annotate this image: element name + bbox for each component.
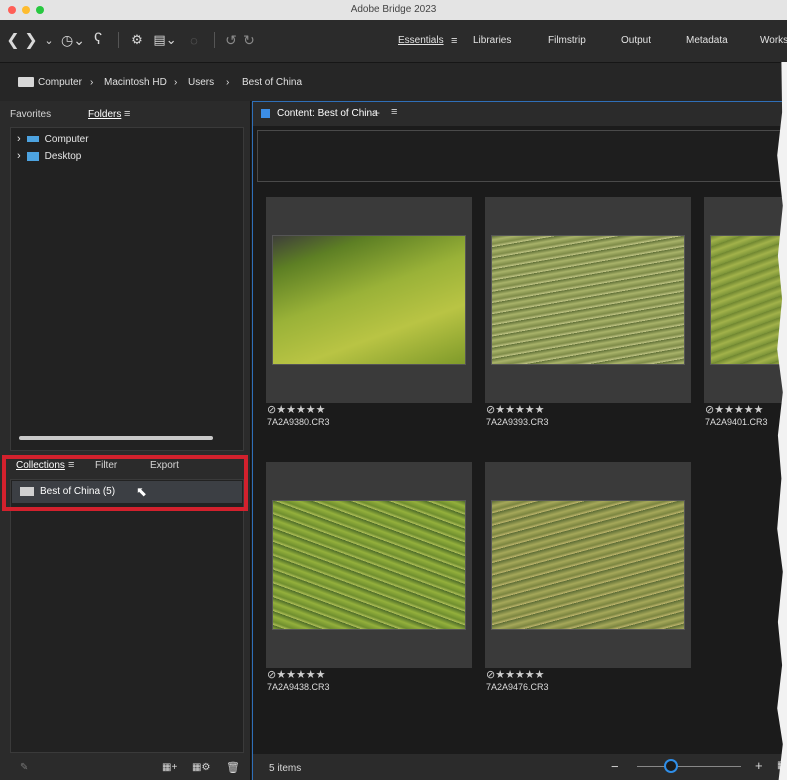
workspace-menu-icon[interactable]: ≡ [451, 35, 457, 47]
workspace-filmstrip[interactable]: Filmstrip [548, 35, 586, 46]
chevron-right-icon: › [226, 77, 230, 88]
recent-history-icon[interactable]: ◷⌄ [60, 30, 86, 50]
thumbnail-filename: 7A2A9438.CR3 [267, 682, 330, 692]
item-count: 5 items [269, 763, 302, 774]
folder-desktop[interactable]: › Desktop [17, 150, 81, 162]
horizontal-scrollbar[interactable] [19, 436, 213, 440]
trash-icon[interactable]: 🗑 [226, 761, 240, 774]
path-bar: Computer › Macintosh HD › Users › Best o… [0, 62, 787, 102]
window-titlebar: Adobe Bridge 2023 [0, 0, 787, 21]
new-collection-icon[interactable]: ▦+ [162, 762, 177, 773]
folder-label: Desktop [44, 150, 82, 162]
rotate-left-icon[interactable]: ↺ [224, 30, 238, 50]
thumbnail-filename: 7A2A9393.CR3 [486, 417, 549, 427]
workspace-metadata[interactable]: Metadata [686, 35, 728, 46]
star-rating[interactable]: ⊘★★★★★ [486, 403, 545, 416]
folder-icon [26, 151, 39, 161]
computer-icon [18, 77, 34, 87]
breadcrumb-macintosh-hd[interactable]: Macintosh HD [104, 77, 167, 88]
content-tab-icon [261, 109, 270, 118]
toolbar-divider [214, 32, 215, 48]
workspace-output[interactable]: Output [621, 35, 651, 46]
collections-highlight [2, 455, 248, 511]
pencil-icon[interactable]: ✎ [20, 762, 28, 773]
add-tab-icon[interactable]: + [373, 106, 380, 120]
star-rating[interactable]: ⊘★★★★★ [486, 668, 545, 681]
back-icon[interactable]: ❮ [6, 30, 20, 50]
folders-panel: › Computer › Desktop [10, 127, 244, 451]
toolbar-divider [118, 32, 119, 48]
workspace-keywords[interactable]: Works [760, 35, 787, 46]
content-filter-bar [257, 130, 787, 182]
zoom-slider-handle[interactable] [664, 759, 678, 773]
chevron-right-icon: › [90, 77, 94, 88]
computer-icon [26, 136, 39, 142]
thumbnail-filename: 7A2A9401.CR3 [705, 417, 768, 427]
tab-folders[interactable]: Folders [88, 109, 121, 120]
folder-computer[interactable]: › Computer [17, 133, 89, 145]
photo-thumbnail[interactable] [491, 500, 685, 630]
photo-thumbnail[interactable] [710, 235, 787, 365]
refine-icon[interactable]: ▤⌄ [152, 30, 178, 50]
breadcrumb-computer[interactable]: Computer [38, 77, 82, 88]
status-bar: 5 items − + ▦ [253, 754, 786, 780]
forward-icon[interactable]: ❯ [24, 30, 38, 50]
thumbnail-filename: 7A2A9476.CR3 [486, 682, 549, 692]
content-title[interactable]: Content: Best of China [277, 108, 378, 119]
zoom-in-icon[interactable]: + [755, 758, 763, 773]
open-in-camera-raw-icon[interactable]: ◌ [186, 30, 202, 50]
chevron-right-icon[interactable]: › [17, 133, 21, 145]
content-header: Content: Best of China + ≡ [253, 102, 786, 126]
photo-thumbnail[interactable] [491, 235, 685, 365]
chevron-down-icon[interactable]: ⌄ [42, 30, 56, 50]
thumbnail-card[interactable] [485, 462, 691, 668]
zoom-out-icon[interactable]: − [611, 759, 619, 774]
breadcrumb-users[interactable]: Users [188, 77, 214, 88]
star-rating[interactable]: ⊘★★★★★ [705, 403, 764, 416]
new-smart-collection-icon[interactable]: ▦⚙ [192, 762, 210, 773]
star-rating[interactable]: ⊘★★★★★ [267, 403, 326, 416]
panel-menu-icon[interactable]: ≡ [391, 106, 397, 118]
chevron-right-icon: › [174, 77, 178, 88]
camera-import-icon[interactable]: ⚙ [128, 30, 146, 50]
thumbnail-card[interactable] [266, 197, 472, 403]
thumbnail-filename: 7A2A9380.CR3 [267, 417, 330, 427]
thumbnail-card[interactable] [704, 197, 787, 403]
content-panel: Content: Best of China + ≡ ⊘★★★★★ 7A2A93… [252, 101, 787, 780]
star-rating[interactable]: ⊘★★★★★ [267, 668, 326, 681]
main-toolbar: ❮ ❯ ⌄ ◷⌄ ʕ ⚙ ▤⌄ ◌ ↺ ↻ Essentials ≡ Libra… [0, 20, 787, 62]
collections-panel: Best of China (5) ⬉ [10, 479, 244, 753]
app-title: Adobe Bridge 2023 [350, 4, 437, 15]
boomerang-icon[interactable]: ʕ [90, 30, 106, 50]
left-panel: Favorites Folders ≡ › Computer › Desktop… [0, 101, 251, 780]
breadcrumb-best-of-china[interactable]: Best of China [242, 77, 302, 88]
thumbnail-card[interactable] [266, 462, 472, 668]
chevron-right-icon[interactable]: › [17, 150, 21, 162]
rotate-right-icon[interactable]: ↻ [242, 30, 256, 50]
photo-thumbnail[interactable] [272, 500, 466, 630]
zoom-slider-track[interactable] [637, 766, 741, 767]
thumbnail-card[interactable] [485, 197, 691, 403]
workspace-essentials[interactable]: Essentials [398, 35, 444, 46]
tab-favorites[interactable]: Favorites [10, 109, 51, 120]
collections-toolbar: ✎ ▦+ ▦⚙ 🗑 [0, 756, 250, 780]
folder-label: Computer [44, 133, 89, 145]
photo-thumbnail[interactable] [272, 235, 466, 365]
panel-menu-icon[interactable]: ≡ [124, 108, 130, 120]
workspace-libraries[interactable]: Libraries [473, 35, 511, 46]
